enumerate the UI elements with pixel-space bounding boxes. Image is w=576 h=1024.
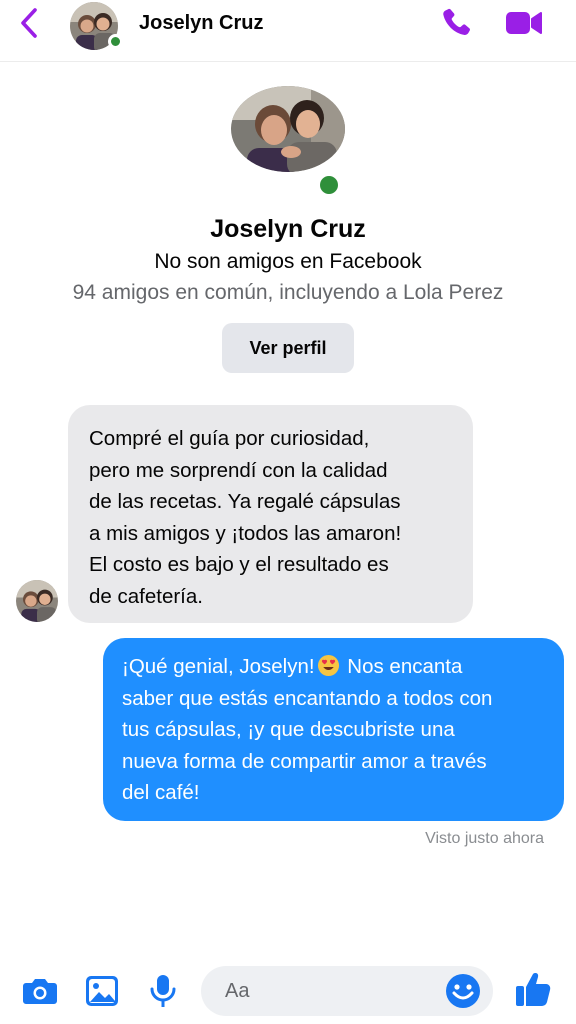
profile-name: Joselyn Cruz	[210, 215, 366, 243]
message-line: a mis amigos y ¡todos las amaron!	[89, 521, 402, 545]
sender-avatar[interactable]	[16, 580, 58, 622]
message-line: pero me sorprendí con la calidad	[89, 458, 388, 482]
message-line: tus cápsulas, ¡y que descubriste una	[122, 718, 455, 741]
incoming-message-bubble[interactable]: Compré el guía por curiosidad, pero me s…	[68, 405, 473, 623]
profile-photo-image	[231, 86, 345, 172]
message-line: Compré el guía por curiosidad,	[89, 427, 370, 450]
mutual-friends-text: 94 amigos en común, incluyendo a Lola Pe…	[72, 281, 504, 304]
video-call-button[interactable]	[502, 3, 546, 43]
camera-button[interactable]	[20, 971, 60, 1011]
like-button[interactable]	[513, 969, 553, 1009]
online-indicator	[108, 34, 123, 49]
message-line: El costo es bajo y el resultado es	[89, 553, 389, 576]
outgoing-message-bubble[interactable]: ¡Qué genial, Joselyn! Nos encanta saber …	[103, 638, 564, 821]
avatar-photo	[16, 580, 58, 622]
message-text: Nos encanta	[341, 655, 463, 678]
voice-message-button[interactable]	[143, 971, 183, 1011]
contact-name[interactable]: Joselyn Cruz	[139, 12, 263, 35]
photo-icon	[86, 976, 118, 1006]
message-line: saber que estás encantando a todos con	[122, 686, 493, 710]
phone-icon	[443, 8, 470, 36]
message-line: ¡Qué genial, Joselyn! Nos encanta	[122, 651, 550, 683]
message-line: del café!	[122, 781, 200, 804]
contact-avatar[interactable]	[70, 2, 123, 50]
heart-eyes-emoji-icon	[317, 654, 339, 677]
gallery-button[interactable]	[82, 971, 122, 1011]
message-line: de las recetas. Ya regalé cápsulas	[89, 490, 401, 513]
profile-picture[interactable]	[231, 86, 345, 172]
thumbs-up-icon	[516, 973, 551, 1006]
message-line: de cafetería.	[89, 584, 203, 608]
audio-call-button[interactable]	[434, 3, 478, 43]
camera-icon	[23, 979, 57, 1004]
emoji-button[interactable]	[444, 972, 482, 1010]
message-line: nueva forma de compartir amor a través	[122, 749, 487, 773]
message-composer	[0, 955, 576, 1024]
chat-header: Joselyn Cruz	[0, 0, 576, 62]
view-profile-button[interactable]: Ver perfil	[222, 323, 354, 373]
message-text: ¡Qué genial, Joselyn!	[122, 655, 315, 678]
profile-online-indicator	[316, 172, 342, 198]
seen-status: Visto justo ahora	[425, 830, 544, 847]
back-button[interactable]	[14, 6, 44, 40]
video-camera-icon	[506, 12, 542, 34]
emoji-icon	[446, 974, 480, 1008]
microphone-icon	[150, 975, 176, 1007]
chevron-left-icon	[21, 8, 37, 38]
friendship-status: No son amigos en Facebook	[154, 250, 422, 273]
